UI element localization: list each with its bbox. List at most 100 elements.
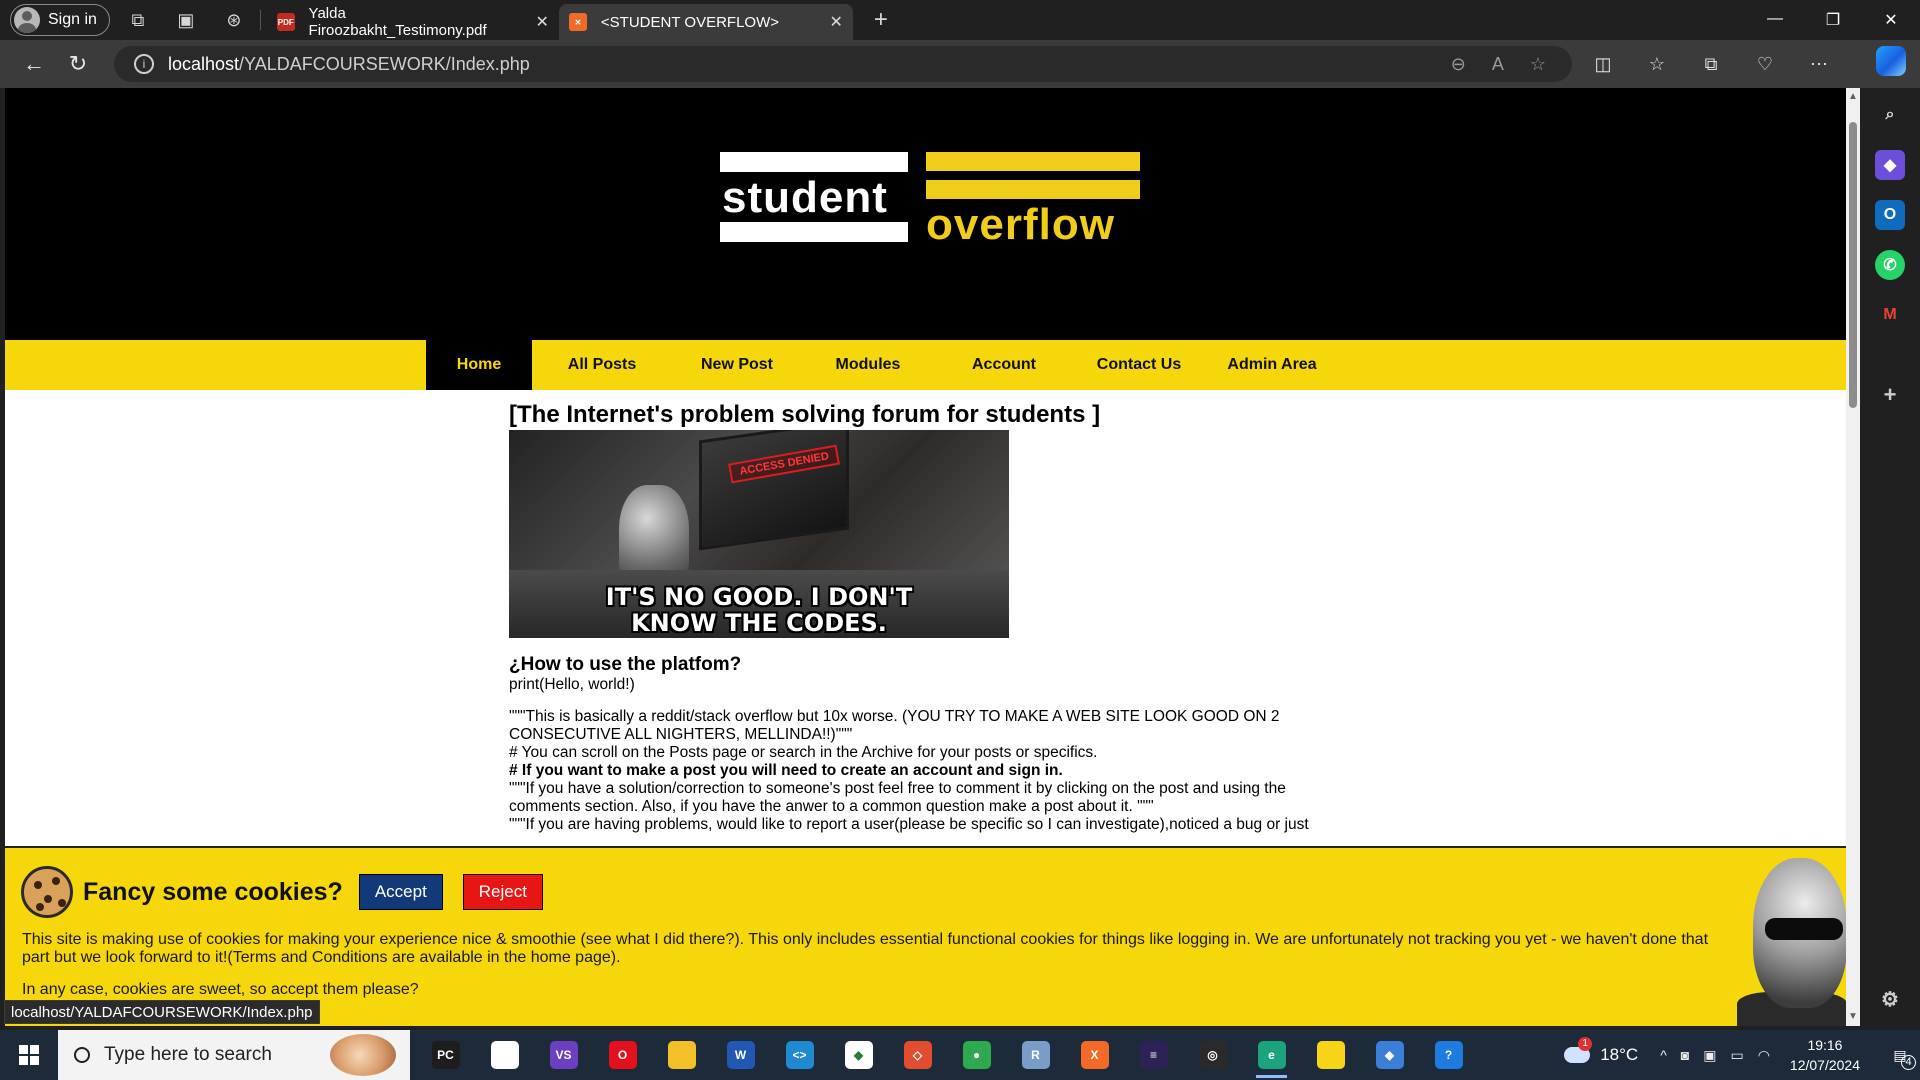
cookie-icon <box>21 866 73 918</box>
split-screen-icon[interactable]: ◫ <box>1586 54 1620 75</box>
taskbar-app-chrome[interactable]: ● <box>947 1030 1006 1080</box>
tab-pdf[interactable]: PDF Yalda Firoozbakht_Testimony.pdf ✕ <box>267 4 559 40</box>
taskbar-app-word[interactable]: W <box>711 1030 770 1080</box>
workspaces-icon[interactable]: ⧉ <box>118 4 158 36</box>
wifi-icon[interactable]: ◠ <box>1758 1047 1770 1064</box>
close-tab-icon[interactable]: ✕ <box>536 12 549 32</box>
sidebar-copilot-icon[interactable]: ◆ <box>1875 150 1905 180</box>
nav-all-posts[interactable]: All Posts <box>532 340 672 390</box>
taskbar-app-sticky-notes[interactable] <box>1301 1030 1360 1080</box>
tray-overflow-chevron-icon[interactable]: ^ <box>1660 1047 1667 1064</box>
favorites-icon[interactable]: ☆ <box>1640 54 1674 75</box>
weather-badge: 1 <box>1578 1037 1593 1051</box>
xampp-icon: X <box>1080 1041 1109 1069</box>
taskbar-app-sourcetree[interactable]: ◆ <box>1360 1030 1419 1080</box>
sidebar-search-icon[interactable]: ⌕ <box>1875 100 1905 130</box>
clock[interactable]: 19:16 12/07/2024 <box>1790 1035 1860 1075</box>
taskbar-search[interactable]: Type here to search <box>58 1030 410 1080</box>
page-scrollbar[interactable]: ▲ ▼ <box>1846 88 1860 1026</box>
copilot-icon[interactable] <box>1876 46 1906 76</box>
nav-admin-area[interactable]: Admin Area <box>1204 340 1340 390</box>
taskbar-app-mongodb[interactable]: ◆ <box>829 1030 888 1080</box>
windows-logo-icon <box>19 1045 39 1065</box>
taskbar-app-r[interactable]: R <box>1006 1030 1065 1080</box>
scroll-up-arrow-icon[interactable]: ▲ <box>1846 88 1860 106</box>
tab-actions-icon[interactable]: ▣ <box>166 4 206 36</box>
meme-image: ACCESS DENIED IT'S NO GOOD. I DON'T KNOW… <box>509 430 1009 638</box>
edge-icon: e <box>1257 1041 1286 1069</box>
site-logo[interactable]: student overflow <box>720 152 1140 252</box>
howto-line: print(Hello, world!) <box>509 676 635 693</box>
browser-toolbar: ← ↻ i localhost /YALDAFCOURSEWORK/Index.… <box>0 40 1920 88</box>
logo-bar <box>720 152 908 172</box>
taskbar-app-visual-studio[interactable]: VS <box>534 1030 593 1080</box>
xampp-icon: ✕ <box>568 13 587 31</box>
refresh-icon[interactable]: ↻ <box>56 46 100 82</box>
logo-student-part: student <box>720 152 908 242</box>
taskbar-app-git[interactable]: ◇ <box>888 1030 947 1080</box>
chrome-icon: ● <box>962 1041 991 1069</box>
cookie-banner: Fancy some cookies? Accept Reject This s… <box>5 846 1846 1026</box>
notification-center-icon[interactable]: ▤ 4 <box>1880 1030 1920 1080</box>
nav-contact-us[interactable]: Contact Us <box>1074 340 1204 390</box>
taskbar-app-edge[interactable]: e <box>1242 1030 1301 1080</box>
opera-icon: O <box>608 1041 637 1069</box>
weather-widget[interactable]: 1 18°C <box>1564 1037 1639 1065</box>
site-info-icon[interactable]: i <box>134 54 154 74</box>
browser-essentials-icon[interactable]: ♡ <box>1748 54 1782 75</box>
taskbar-app-pycharm[interactable]: PC <box>416 1030 475 1080</box>
clock-time: 19:16 <box>1807 1037 1843 1053</box>
battery-icon[interactable]: ▭ <box>1730 1047 1743 1064</box>
howto-line: # You can scroll on the Posts page or se… <box>509 744 1098 761</box>
sidebar-outlook-icon[interactable]: O <box>1875 200 1905 230</box>
pinned-tab-icon[interactable]: ⊛ <box>214 4 254 36</box>
sign-in-button[interactable]: Sign in <box>10 4 110 36</box>
cookie-footer: In any case, cookies are sweet, so accep… <box>22 981 419 998</box>
weather-temp: 18°C <box>1600 1045 1639 1064</box>
profile-avatar-icon <box>14 7 40 33</box>
sourcetree-icon: ◆ <box>1375 1041 1404 1069</box>
back-icon[interactable]: ← <box>12 46 56 82</box>
zoom-icon[interactable]: ⊖ <box>1451 54 1466 75</box>
restore-icon[interactable]: ❐ <box>1804 10 1862 30</box>
minimize-icon[interactable]: — <box>1746 10 1804 30</box>
close-window-icon[interactable]: ✕ <box>1862 10 1920 30</box>
sidebar-whatsapp-icon[interactable]: ✆ <box>1875 250 1905 280</box>
nav-modules[interactable]: Modules <box>802 340 934 390</box>
nav-new-post[interactable]: New Post <box>672 340 802 390</box>
taskbar-app-file-explorer[interactable] <box>652 1030 711 1080</box>
more-options-icon[interactable]: ⋯ <box>1802 54 1836 75</box>
accept-cookies-button[interactable]: Accept <box>358 874 443 910</box>
sidebar-add-icon[interactable]: + <box>1875 380 1905 410</box>
reject-cookies-button[interactable]: Reject <box>462 874 543 910</box>
taskbar-app-notepad[interactable] <box>475 1030 534 1080</box>
nav-home[interactable]: Home <box>426 340 532 390</box>
read-aloud-icon[interactable]: A <box>1492 54 1504 75</box>
close-tab-icon[interactable]: ✕ <box>830 12 843 32</box>
edge-sidebar: ⌕ ◆ O ✆ M + ⚙ <box>1860 88 1920 1026</box>
collections-icon[interactable]: ⧉ <box>1694 54 1728 75</box>
taskbar-app-eclipse[interactable]: ≡ <box>1124 1030 1183 1080</box>
scroll-down-arrow-icon[interactable]: ▼ <box>1846 1008 1860 1026</box>
address-bar[interactable]: i localhost /YALDAFCOURSEWORK/Index.php … <box>114 46 1572 82</box>
scrollbar-thumb[interactable] <box>1849 122 1857 408</box>
logo-overflow-part: overflow <box>926 152 1140 252</box>
word-icon: W <box>726 1041 755 1069</box>
taskbar-app-obs[interactable]: ◎ <box>1183 1030 1242 1080</box>
vscode-icon: <> <box>785 1041 814 1069</box>
tray-screen-icon[interactable]: ▣ <box>1703 1047 1716 1064</box>
sidebar-gmail-icon[interactable]: M <box>1875 300 1905 330</box>
nav-account[interactable]: Account <box>934 340 1074 390</box>
taskbar-app-xampp[interactable]: X <box>1065 1030 1124 1080</box>
favorite-star-icon[interactable]: ☆ <box>1530 54 1546 75</box>
taskbar-app-vscode[interactable]: <> <box>770 1030 829 1080</box>
start-button[interactable] <box>0 1030 58 1080</box>
tab-student-overflow[interactable]: ✕ <STUDENT OVERFLOW> ✕ <box>558 4 853 40</box>
new-tab-icon[interactable]: + <box>861 4 901 36</box>
file-explorer-icon <box>667 1041 696 1069</box>
tray-webcam-icon[interactable]: ◙ <box>1681 1047 1689 1064</box>
sidebar-settings-gear-icon[interactable]: ⚙ <box>1875 984 1905 1014</box>
taskbar-app-help[interactable]: ? <box>1419 1030 1478 1080</box>
taskbar-app-opera[interactable]: O <box>593 1030 652 1080</box>
eclipse-icon: ≡ <box>1139 1041 1168 1069</box>
